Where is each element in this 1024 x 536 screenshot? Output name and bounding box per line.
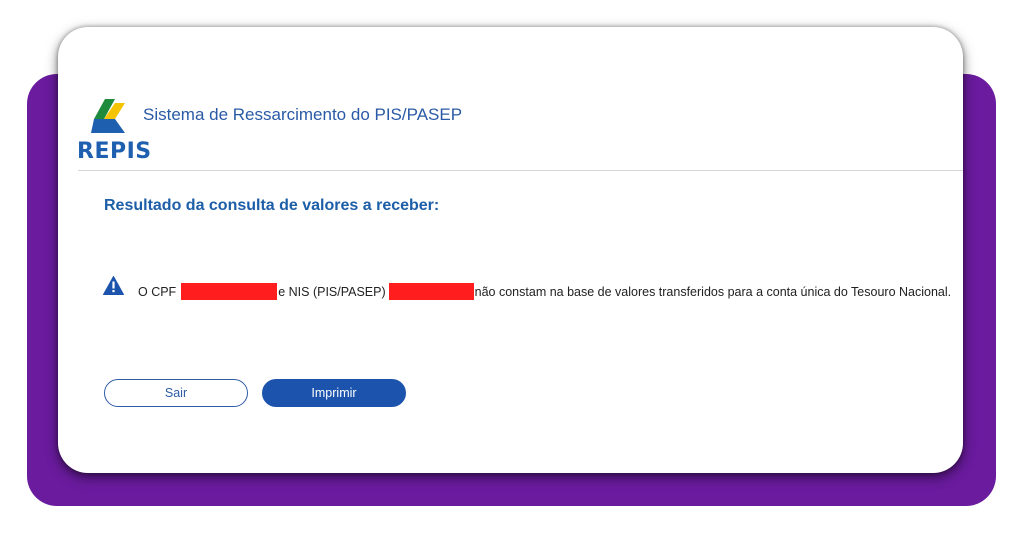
redacted-nis xyxy=(388,283,474,300)
imprimir-button[interactable]: Imprimir xyxy=(262,379,406,407)
system-title: Sistema de Ressarcimento do PIS/PASEP xyxy=(143,105,463,124)
result-message: O CPF e NIS (PIS/PASEP) não constam na b… xyxy=(138,283,951,300)
message-suffix: não constam na base de valores transferi… xyxy=(474,284,952,299)
logo-wordmark: REPIS xyxy=(77,139,152,164)
repis-logo: REPIS xyxy=(77,99,151,164)
sair-button[interactable]: Sair xyxy=(104,379,248,407)
repis-logo-mark xyxy=(91,99,125,133)
result-card: REPIS Sistema de Ressarcimento do PIS/PA… xyxy=(58,27,963,473)
result-heading: Resultado da consulta de valores a receb… xyxy=(104,197,440,214)
message-prefix: O CPF xyxy=(138,284,177,299)
header-divider xyxy=(78,170,963,171)
warning-icon xyxy=(103,276,124,295)
message-middle: e NIS (PIS/PASEP) xyxy=(278,284,386,299)
redacted-cpf xyxy=(181,283,278,300)
